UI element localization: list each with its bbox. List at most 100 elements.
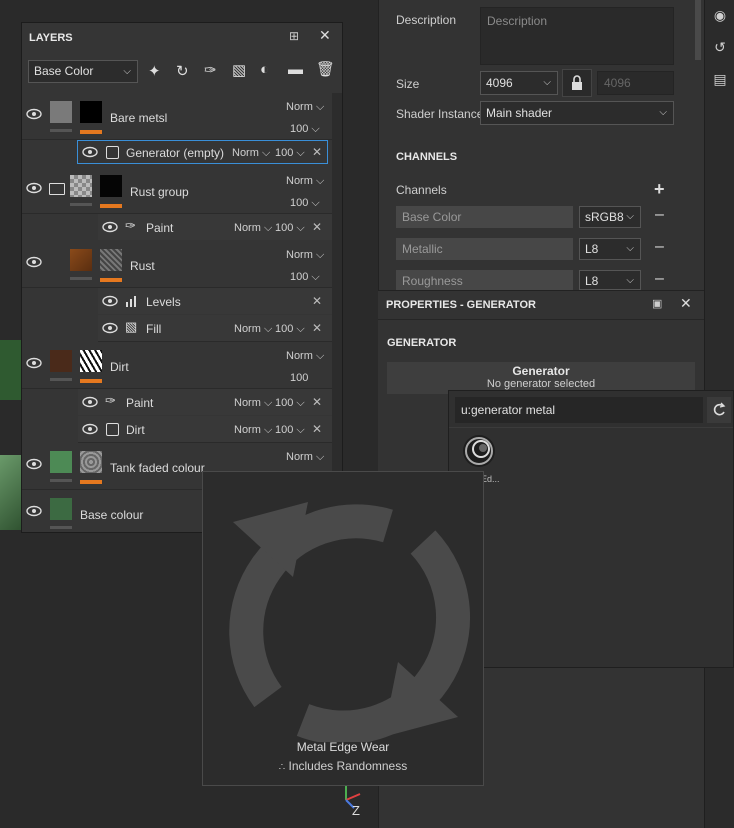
opacity[interactable]: 100 ⌵: [275, 222, 305, 235]
layer-row[interactable]: Rust Norm ⌵ 100 ⌵: [22, 241, 332, 288]
channel-format-select[interactable]: sRGB8 ⌵: [579, 206, 641, 228]
blend-mode-value: Norm: [234, 397, 261, 409]
folder-icon[interactable]: ▬: [288, 61, 303, 78]
layer-row[interactable]: Bare metsl Norm ⌵ 100 ⌵: [22, 93, 332, 140]
layer-name: Tank faded colour: [110, 461, 205, 475]
remove-effect-icon[interactable]: ✕: [312, 145, 322, 159]
trash-icon[interactable]: 🗑: [316, 60, 335, 78]
eye-icon[interactable]: [102, 295, 118, 307]
mask-icon[interactable]: ◐: [260, 61, 269, 78]
add-generator-icon[interactable]: ↻: [176, 62, 189, 80]
eye-icon[interactable]: [26, 108, 42, 120]
blend-mode[interactable]: Norm ⌵: [286, 101, 324, 114]
eye-icon[interactable]: [102, 322, 118, 334]
close-icon[interactable]: ✕: [319, 27, 331, 44]
blend-mode[interactable]: Norm ⌵: [286, 451, 324, 464]
folder-open-icon[interactable]: [49, 183, 65, 195]
generator-preview-name: Metal Edge Wear: [296, 740, 390, 754]
size-select[interactable]: 4096 ⌵: [480, 71, 558, 95]
log-icon[interactable]: ▤: [711, 70, 729, 88]
scrollbar[interactable]: [695, 0, 701, 60]
opacity[interactable]: 100 ⌵: [275, 397, 305, 410]
effect-name: Fill: [146, 322, 162, 336]
fill-bucket-icon[interactable]: ▧: [232, 61, 246, 79]
eye-icon[interactable]: [82, 423, 98, 435]
blend-mode-value: Norm: [286, 350, 313, 362]
remove-channel-button[interactable]: –: [655, 238, 664, 256]
opacity[interactable]: 100 ⌵: [275, 147, 305, 160]
eye-icon[interactable]: [26, 256, 42, 268]
effect-name: Dirt: [126, 423, 145, 437]
maximize-icon[interactable]: ⊞: [289, 29, 299, 43]
mask-effect-row[interactable]: ▧ Fill Norm ⌵ 100 ⌵ ✕: [98, 315, 332, 342]
remove-effect-icon[interactable]: ✕: [312, 220, 322, 234]
shader-instance-value: Main shader: [486, 106, 553, 120]
blend-mode[interactable]: Norm ⌵: [286, 175, 324, 188]
eye-icon[interactable]: [26, 182, 42, 194]
shader-instance-label: Shader Instance: [396, 107, 484, 121]
reset-search-button[interactable]: [707, 397, 731, 423]
blend-mode[interactable]: Norm ⌵: [234, 323, 272, 336]
remove-effect-icon[interactable]: ✕: [312, 395, 322, 409]
blend-mode[interactable]: Norm ⌵: [234, 424, 272, 437]
remove-channel-button[interactable]: –: [655, 206, 664, 224]
channel-format-select[interactable]: L8 ⌵: [579, 238, 641, 260]
blend-mode-value: Norm: [232, 147, 259, 159]
generator-icon: [106, 423, 119, 436]
layers-title: LAYERS: [29, 32, 73, 44]
blend-mode[interactable]: Norm ⌵: [286, 249, 324, 262]
eye-icon[interactable]: [26, 458, 42, 470]
blend-mode[interactable]: Norm ⌵: [234, 397, 272, 410]
opacity-value: 100: [275, 147, 294, 159]
blend-mode-value: Norm: [286, 175, 313, 187]
blend-mode[interactable]: Norm ⌵: [234, 222, 272, 235]
opacity[interactable]: 100 ⌵: [290, 271, 320, 284]
display-settings-icon[interactable]: ◉: [711, 6, 729, 24]
eye-icon[interactable]: [102, 221, 118, 233]
mask-effect-row[interactable]: Levels ✕: [98, 288, 332, 314]
opacity[interactable]: 100 ⌵: [275, 424, 305, 437]
shader-instance-select[interactable]: Main shader ⌵: [480, 101, 674, 125]
opacity-value: 100: [275, 222, 294, 234]
mask-effect-row[interactable]: Dirt Norm ⌵ 100 ⌵ ✕: [78, 416, 332, 443]
mask-effect-row[interactable]: ✑ Paint Norm ⌵ 100 ⌵ ✕: [98, 214, 332, 240]
channel-select[interactable]: Base Color ⌵: [28, 60, 138, 83]
layer-row[interactable]: Dirt Norm ⌵ 100: [22, 342, 332, 389]
eye-icon[interactable]: [82, 146, 98, 158]
opacity[interactable]: 100 ⌵: [275, 323, 305, 336]
close-icon[interactable]: ✕: [680, 295, 692, 312]
randomness-label: Includes Randomness: [288, 759, 408, 773]
blend-mode[interactable]: Norm ⌵: [286, 350, 324, 363]
opacity[interactable]: 100 ⌵: [290, 197, 320, 210]
opacity[interactable]: 100 ⌵: [290, 123, 320, 136]
remove-effect-icon[interactable]: ✕: [312, 294, 322, 308]
channel-format-select[interactable]: L8 ⌵: [579, 270, 641, 290]
axis-gizmo: [345, 784, 361, 809]
generator-preview-tag: ∴ Includes Randomness: [203, 759, 483, 773]
effect-name: Paint: [146, 221, 174, 235]
blend-mode[interactable]: Norm ⌵: [232, 147, 270, 160]
add-effect-icon[interactable]: ✦: [148, 62, 161, 80]
mask-indicator: [100, 204, 122, 208]
remove-channel-button[interactable]: –: [655, 270, 664, 288]
search-input[interactable]: u:generator metal: [455, 397, 703, 423]
remove-effect-icon[interactable]: ✕: [312, 422, 322, 436]
add-channel-button[interactable]: +: [654, 179, 665, 200]
remove-effect-icon[interactable]: ✕: [312, 321, 322, 335]
history-icon[interactable]: ↺: [711, 38, 729, 56]
layers-scrollbar[interactable]: [332, 93, 342, 531]
eye-icon[interactable]: [26, 505, 42, 517]
opacity[interactable]: 100: [290, 372, 308, 384]
layer-thumbnail: [50, 498, 72, 520]
eye-icon[interactable]: [26, 357, 42, 369]
layer-effect-row-selected[interactable]: Generator (empty) Norm ⌵ 100 ⌵ ✕: [77, 140, 328, 164]
chevron-down-icon: ⌵: [626, 211, 634, 222]
description-field[interactable]: Description: [480, 7, 674, 65]
maximize-icon[interactable]: ▣: [652, 297, 662, 310]
eye-icon[interactable]: [82, 396, 98, 408]
lock-button[interactable]: [562, 69, 592, 97]
paint-brush-icon[interactable]: ✑: [204, 61, 217, 79]
mask-effect-row[interactable]: ✑ Paint Norm ⌵ 100 ⌵ ✕: [78, 389, 332, 415]
layer-group-row[interactable]: Rust group Norm ⌵ 100 ⌵: [22, 167, 332, 214]
randomness-icon: ∴: [278, 762, 286, 773]
